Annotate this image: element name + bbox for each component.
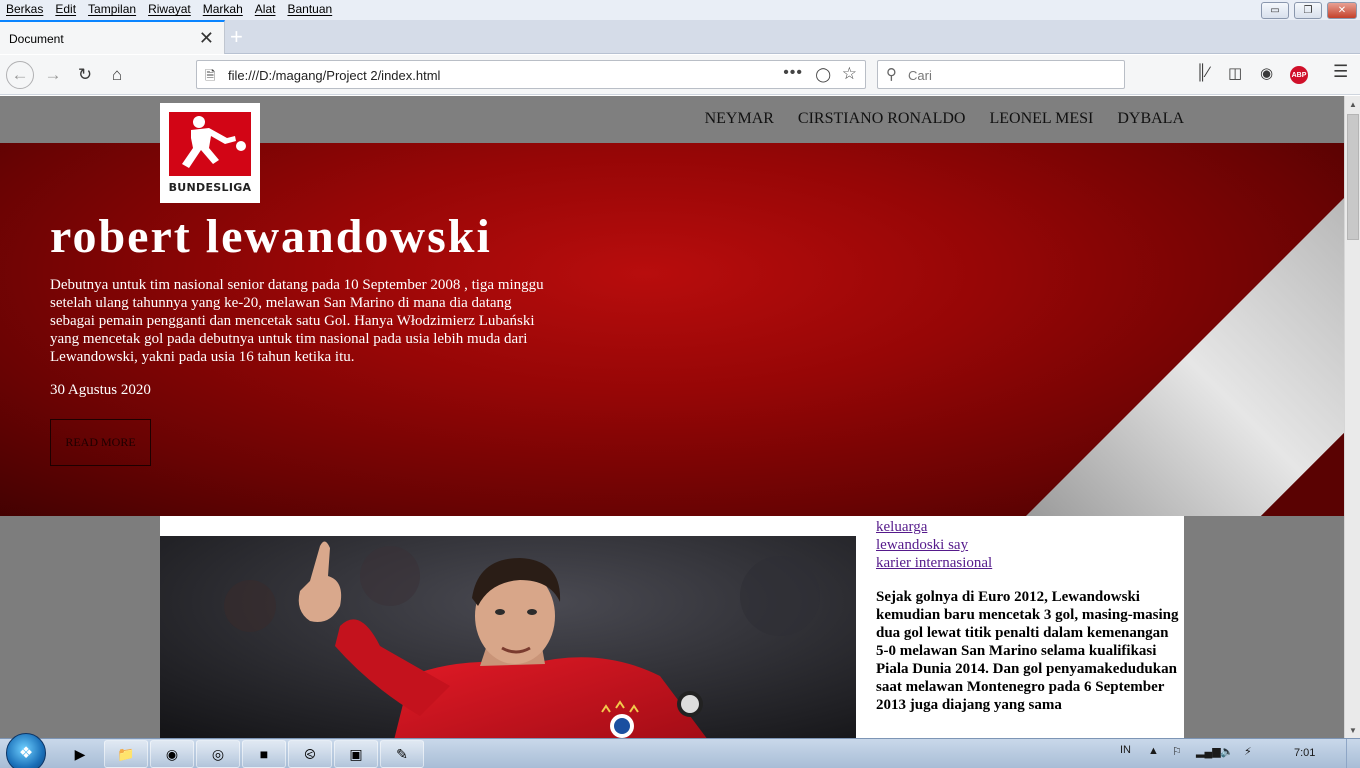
back-icon[interactable]: ← xyxy=(6,61,34,89)
tray-expand-icon[interactable]: ▲ xyxy=(1148,745,1159,757)
start-button-icon[interactable]: ❖ xyxy=(6,733,46,768)
sidebar: keluarga lewandoski say karier internasion… xyxy=(876,518,1184,714)
restore-button[interactable]: ❐ xyxy=(1294,2,1322,19)
sidebar-links: keluarga lewandoski say karier internasion… xyxy=(876,518,1184,572)
read-more-button[interactable]: READ MORE xyxy=(50,419,151,466)
menu-item-edit[interactable]: Edit xyxy=(49,0,82,20)
player-photo xyxy=(160,536,856,738)
menu-item-riwayat[interactable]: Riwayat xyxy=(142,0,197,20)
tab-title: Document xyxy=(9,32,64,46)
player-photo-image xyxy=(160,536,856,738)
hero-title: robert lewandowski xyxy=(50,210,492,263)
menu-item-berkas[interactable]: Berkas xyxy=(0,0,49,20)
menu-bar: Berkas Edit Tampilan Riwayat Markah Alat Bantu… xyxy=(0,0,1360,20)
adblock-icon[interactable]: ABP xyxy=(1290,66,1308,84)
page-actions-icon[interactable]: ••• xyxy=(783,64,803,82)
clock[interactable]: 7:01 xyxy=(1294,747,1315,759)
menu-items: Berkas Edit Tampilan Riwayat Markah Alat Bantu… xyxy=(0,0,338,20)
power-icon[interactable]: ⚡ xyxy=(1244,745,1252,758)
nav-link-dybala[interactable]: DYBALA xyxy=(1117,110,1184,128)
language-indicator[interactable]: IN xyxy=(1120,744,1131,756)
nav-link-neymar[interactable]: NEYMAR xyxy=(705,110,774,128)
reload-icon[interactable]: ↻ xyxy=(72,62,98,88)
nav-link-cirstiano-ronaldo[interactable]: CIRSTIANO RONALDO xyxy=(798,110,966,128)
hamburger-menu-icon[interactable]: ☰ xyxy=(1333,62,1348,82)
home-icon[interactable]: ⌂ xyxy=(104,62,130,88)
hero-date: 30 Agustus 2020 xyxy=(50,382,151,398)
menu-item-alat[interactable]: Alat xyxy=(249,0,282,20)
network-icon[interactable]: ▂▄▆ xyxy=(1196,745,1221,758)
menu-item-bantuan[interactable]: Bantuan xyxy=(281,0,338,20)
sidebar-link-keluarga[interactable]: keluarga xyxy=(876,518,1184,536)
vscode-icon[interactable]: ⧀ xyxy=(288,740,332,768)
search-placeholder: Cari xyxy=(908,68,932,83)
nav-link-leonel-mesi[interactable]: LEONEL MESI xyxy=(989,110,1093,128)
bookmark-star-icon[interactable]: ☆ xyxy=(842,64,857,84)
taskbar: ❖ ▶ 📁 ◉ ◎ ■ ⧀ ▣ ✎ IN ▲ ⚐ ▂▄▆ 🔈 ⚡ 7:01 xyxy=(0,733,1360,768)
url-text[interactable]: file:///D:/magang/Project 2/index.html xyxy=(228,68,440,83)
search-bar[interactable]: ⚲ Cari xyxy=(877,60,1125,89)
bundesliga-logo[interactable]: BUNDESLIGA xyxy=(160,103,260,203)
menu-item-tampilan[interactable]: Tampilan xyxy=(82,0,142,20)
firefox-icon[interactable]: ◉ xyxy=(150,740,194,768)
page-viewport: NEYMAR CIRSTIANO RONALDO LEONEL MESI DYBALA… xyxy=(0,96,1344,738)
scroll-down-icon[interactable]: ▼ xyxy=(1345,722,1360,738)
close-window-button[interactable]: ✕ xyxy=(1327,2,1357,19)
content-section: keluarga lewandoski say karier internasion… xyxy=(160,516,1184,738)
scroll-up-icon[interactable]: ▲ xyxy=(1345,96,1360,112)
explorer-icon[interactable]: 📁 xyxy=(104,740,148,768)
page-icon: 🗎 xyxy=(205,68,216,83)
nav-toolbar: ← → ↻ ⌂ 🗎 file:///D:/magang/Project 2/in… xyxy=(0,55,1360,95)
new-tab-icon[interactable]: + xyxy=(230,24,243,50)
url-bar[interactable]: 🗎 file:///D:/magang/Project 2/index.html… xyxy=(196,60,866,89)
library-icon[interactable]: ║∕ xyxy=(1196,64,1209,81)
sidebar-link-lewandoski-say[interactable]: lewandoski say xyxy=(876,536,1184,554)
tab-document[interactable]: Document ✕ xyxy=(0,20,225,54)
minimize-button[interactable]: ▭ xyxy=(1261,2,1289,19)
account-icon[interactable]: ◉ xyxy=(1260,64,1273,82)
forward-icon[interactable]: → xyxy=(40,62,66,88)
hero-text: Debutnya untuk tim nasional senior datan… xyxy=(50,277,544,365)
paint-icon[interactable]: ✎ xyxy=(380,740,424,768)
logo-emblem xyxy=(169,112,251,176)
logo-wordmark: BUNDESLIGA xyxy=(168,181,252,194)
media-player-icon[interactable]: ▶ xyxy=(58,740,102,768)
sidebar-paragraph: Sejak golnya di Euro 2012, Lewandowski k… xyxy=(876,589,1179,713)
volume-icon[interactable]: 🔈 xyxy=(1220,745,1234,758)
scrollbar-thumb[interactable] xyxy=(1347,114,1359,240)
chrome-icon[interactable]: ◎ xyxy=(196,740,240,768)
window-app-icon[interactable]: ▣ xyxy=(334,740,378,768)
tab-strip: Document ✕ + xyxy=(0,20,1360,54)
pocket-icon[interactable]: ◯ xyxy=(815,66,831,83)
site-nav: NEYMAR CIRSTIANO RONALDO LEONEL MESI DYBALA xyxy=(705,110,1184,128)
menu-item-markah[interactable]: Markah xyxy=(197,0,249,20)
search-icon: ⚲ xyxy=(886,66,897,83)
player-silhouette-icon xyxy=(182,116,246,168)
sidebar-link-karier-internasional[interactable]: karier internasional xyxy=(876,554,1184,572)
vertical-scrollbar[interactable]: ▲ ▼ xyxy=(1344,96,1360,738)
action-center-icon[interactable]: ⚐ xyxy=(1172,745,1182,758)
close-tab-icon[interactable]: ✕ xyxy=(199,28,214,49)
sidebar-icon[interactable]: ◫ xyxy=(1228,64,1242,82)
show-desktop-button[interactable] xyxy=(1346,739,1360,768)
sublime-icon[interactable]: ■ xyxy=(242,740,286,768)
